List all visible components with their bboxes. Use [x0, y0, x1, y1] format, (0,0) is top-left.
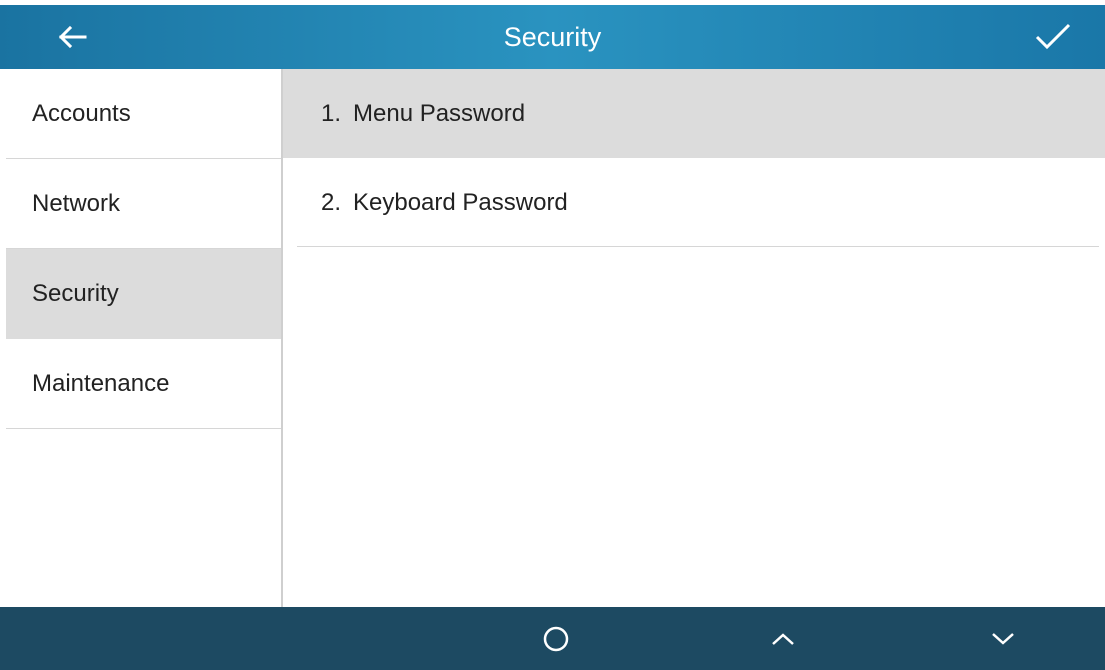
- softkey-down[interactable]: [943, 607, 1063, 670]
- sidebar-item-label: Network: [32, 190, 121, 217]
- sidebar-item-network[interactable]: Network: [6, 159, 281, 249]
- security-settings-screen: Security Accounts Network Security Maint…: [0, 0, 1105, 670]
- softkey-bar: [0, 607, 1105, 670]
- checkmark-icon: [1035, 23, 1071, 50]
- menu-item-menu-password[interactable]: 1. Menu Password: [283, 69, 1105, 158]
- softkey-up[interactable]: [723, 607, 843, 670]
- page-title: Security: [503, 22, 602, 52]
- sidebar-item-accounts[interactable]: Accounts: [6, 69, 281, 159]
- menu-item-label: Menu Password: [353, 99, 526, 127]
- confirm-button[interactable]: [1021, 14, 1085, 60]
- sidebar-item-label: Maintenance: [32, 370, 170, 397]
- sidebar-item-security[interactable]: Security: [6, 249, 281, 339]
- menu-item-keyboard-password[interactable]: 2. Keyboard Password: [297, 158, 1099, 247]
- circle-icon: [543, 626, 569, 651]
- menu-item-number: 1.: [321, 99, 342, 127]
- chevron-down-icon: [992, 632, 1014, 645]
- softkey-enter[interactable]: [496, 607, 616, 670]
- sidebar-item-label: Accounts: [32, 100, 131, 127]
- security-menu-list: 1. Menu Password 2. Keyboard Password: [283, 69, 1105, 607]
- sidebar-item-maintenance[interactable]: Maintenance: [6, 339, 281, 429]
- menu-item-number: 2.: [321, 188, 342, 216]
- chevron-up-icon: [772, 632, 794, 645]
- menu-item-label: Keyboard Password: [353, 188, 568, 216]
- title-bar: Security: [0, 0, 1105, 69]
- settings-sidebar: Accounts Network Security Maintenance: [0, 69, 281, 607]
- sidebar-item-label: Security: [32, 280, 119, 307]
